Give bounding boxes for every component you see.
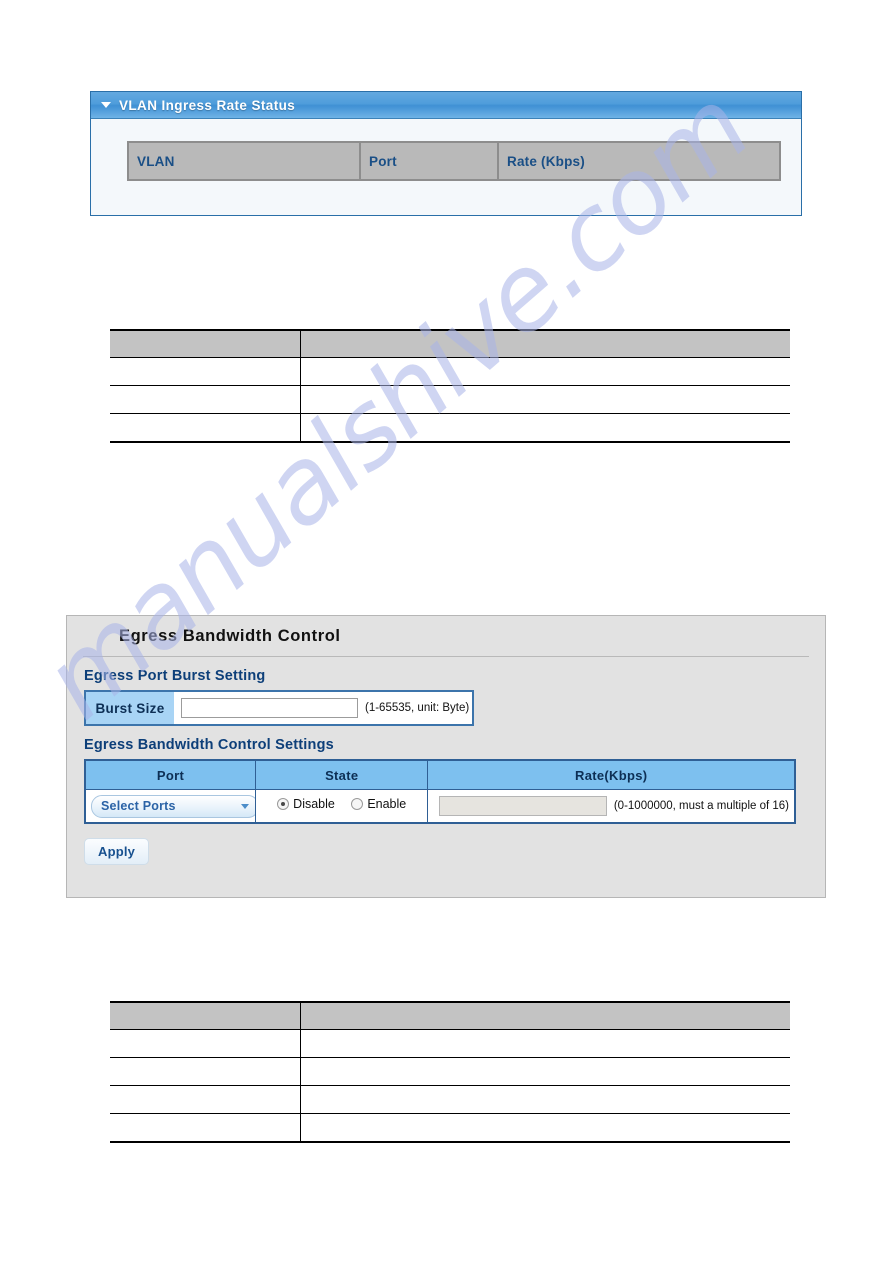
column-header-rate: Rate(Kbps) (427, 760, 795, 790)
cell-rate: (0-1000000, must a multiple of 16) (427, 789, 795, 823)
triangle-down-icon[interactable] (101, 102, 111, 108)
cell-object (110, 1057, 300, 1086)
settings-section-label: Egress Bandwidth Control Settings (84, 737, 334, 753)
column-header-rate: Rate (Kbps) (497, 141, 781, 181)
radio-disable-icon[interactable] (277, 798, 290, 810)
table-header-row (110, 1001, 790, 1030)
table-row (110, 1085, 790, 1114)
column-header-object (110, 329, 300, 358)
cell-description (299, 1029, 790, 1058)
column-header-description (299, 1001, 790, 1030)
egress-panel-title: Egress Bandwidth Control (119, 627, 341, 645)
cell-port: Select Ports (85, 789, 259, 823)
rate-input[interactable] (439, 796, 607, 816)
column-header-description (299, 329, 790, 358)
egress-bandwidth-control-settings-table: Port State Rate(Kbps) Select Ports Disab… (84, 759, 796, 824)
cell-description (299, 1113, 790, 1143)
burst-size-field-wrap: (1-65535, unit: Byte) (174, 692, 472, 724)
cell-description (299, 385, 790, 414)
select-ports-value: Select Ports (101, 799, 176, 813)
column-header-vlan: VLAN (127, 141, 361, 181)
cell-object (110, 413, 300, 443)
burst-section-label: Egress Port Burst Setting (84, 668, 266, 684)
cell-state: Disable Enable (255, 789, 429, 823)
state-radio-disable[interactable]: Disable (277, 797, 335, 811)
radio-enable-icon[interactable] (351, 798, 364, 810)
table-row (110, 357, 790, 386)
cell-object (110, 357, 300, 386)
table-header-row: Port State Rate(Kbps) (85, 760, 795, 790)
table-row (110, 413, 790, 443)
column-header-object (110, 1001, 300, 1030)
description-table-upper (110, 329, 790, 443)
apply-button-wrap: Apply (67, 824, 825, 865)
radio-enable-label: Enable (367, 797, 407, 811)
description-table-lower (110, 1001, 790, 1143)
table-row (110, 385, 790, 414)
radio-disable-label: Disable (293, 797, 335, 811)
state-radio-enable[interactable]: Enable (351, 797, 406, 811)
vlan-ingress-rate-status-panel: VLAN Ingress Rate Status VLAN Port Rate … (90, 91, 802, 216)
burst-size-hint: (1-65535, unit: Byte) (365, 702, 470, 714)
column-header-state: State (255, 760, 429, 790)
cell-description (299, 1085, 790, 1114)
chevron-down-icon (241, 803, 249, 809)
cell-object (110, 385, 300, 414)
table-row (110, 1113, 790, 1143)
column-header-port: Port (85, 760, 256, 790)
table-row (110, 1029, 790, 1058)
rate-hint: (0-1000000, must a multiple of 16) (613, 800, 789, 812)
cell-description (299, 357, 790, 386)
table-header-row: VLAN Port Rate (Kbps) (127, 141, 781, 181)
vlan-ingress-rate-table: VLAN Port Rate (Kbps) (127, 141, 781, 181)
apply-button[interactable]: Apply (84, 838, 150, 865)
table-header-row (110, 329, 790, 358)
egress-bandwidth-control-panel: Egress Bandwidth Control Egress Port Bur… (66, 615, 826, 898)
cell-description (299, 413, 790, 443)
column-header-port: Port (359, 141, 499, 181)
burst-size-row: Burst Size (1-65535, unit: Byte) (84, 690, 474, 726)
cell-object (110, 1113, 300, 1143)
table-row: Select Ports Disable Enable (0-1000000, … (85, 789, 795, 823)
select-ports-dropdown[interactable]: Select Ports (91, 794, 259, 818)
table-row (110, 1057, 790, 1086)
cell-description (299, 1057, 790, 1086)
vlan-panel-body: VLAN Port Rate (Kbps) (91, 119, 801, 181)
rate-field-wrap: (0-1000000, must a multiple of 16) (433, 796, 789, 816)
vlan-panel-title: VLAN Ingress Rate Status (119, 97, 296, 113)
cell-object (110, 1029, 300, 1058)
burst-size-label: Burst Size (86, 692, 174, 724)
burst-size-input[interactable] (181, 698, 358, 718)
cell-object (110, 1085, 300, 1114)
vlan-panel-header[interactable]: VLAN Ingress Rate Status (91, 92, 801, 119)
